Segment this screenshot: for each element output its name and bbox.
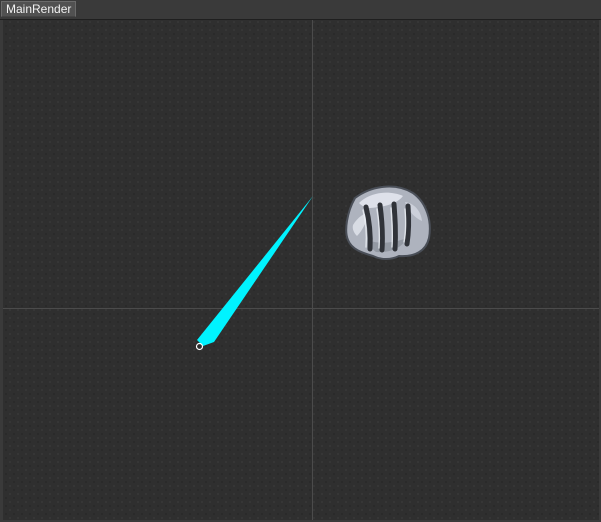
emitter-handle-icon[interactable] <box>195 342 204 351</box>
render-canvas <box>0 20 601 522</box>
cyan-streak <box>197 196 313 346</box>
main-render-tab[interactable]: MainRender <box>1 1 77 17</box>
render-window-header: MainRender <box>0 0 601 20</box>
render-viewport[interactable] <box>0 20 601 522</box>
rock-with-claw-marks-icon <box>345 185 431 260</box>
